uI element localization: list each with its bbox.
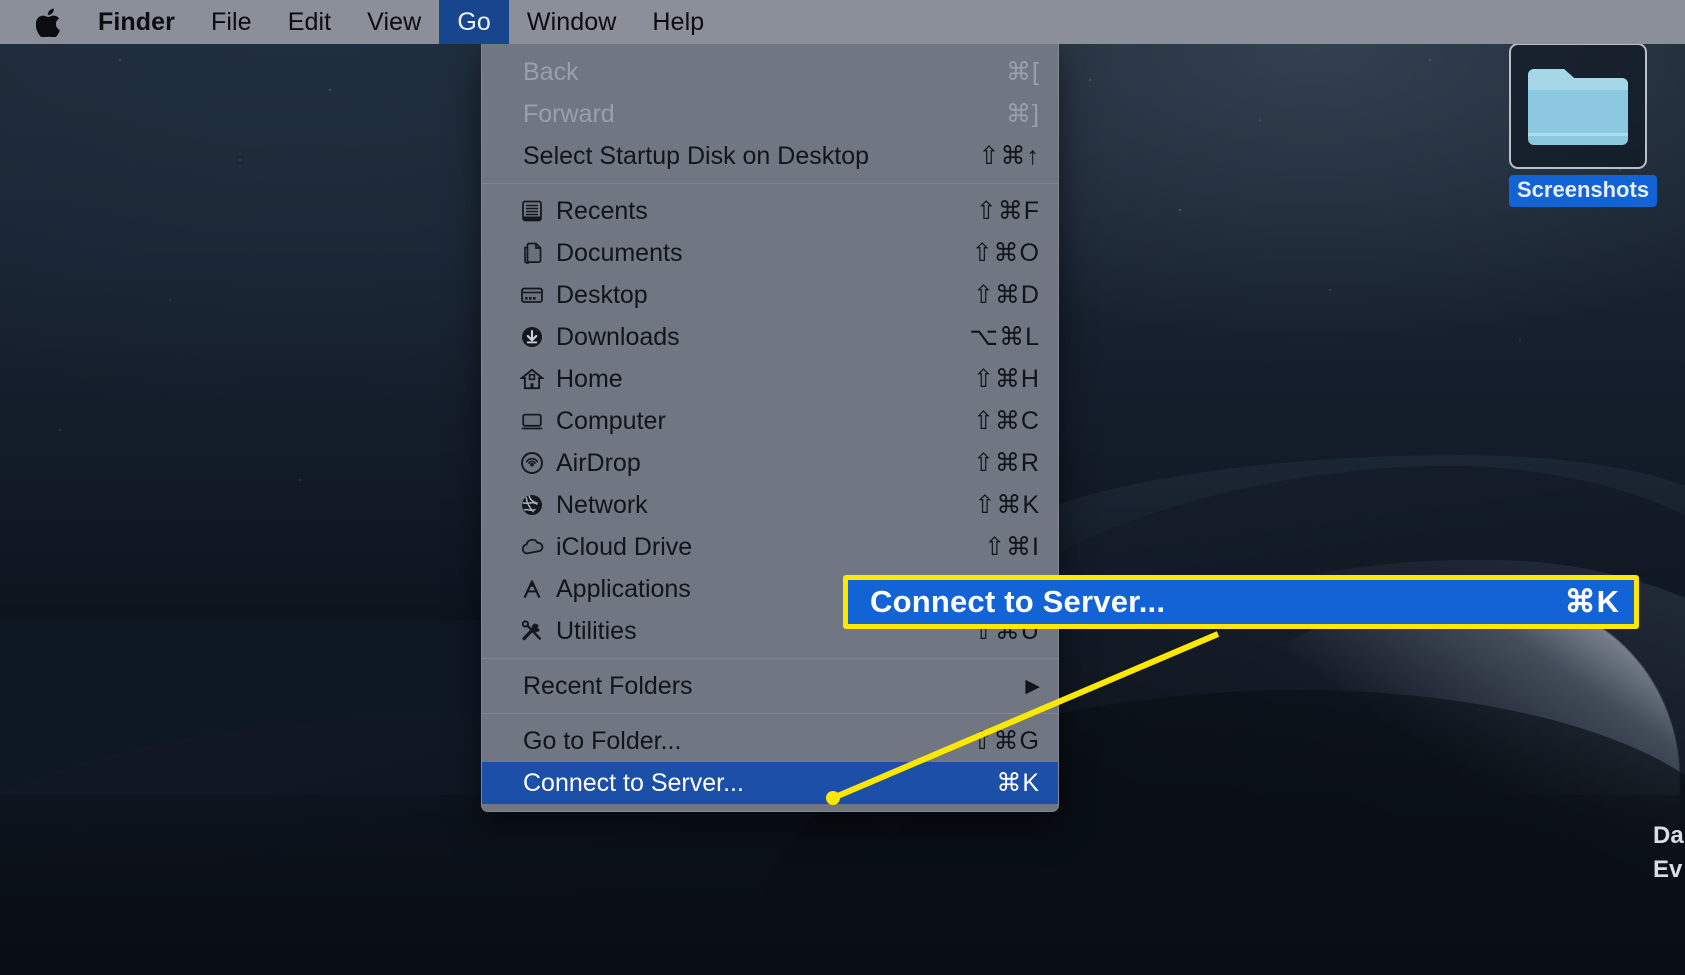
utilities-icon [520,619,554,643]
apple-logo-icon [36,8,60,36]
clipped-text-line-1: Da [1653,819,1685,853]
menu-window-label: Window [527,8,617,37]
chevron-right-icon: ▶ [999,677,1040,696]
menu-view[interactable]: View [349,0,439,44]
menu-item-network-shortcut: ⇧⌘K [948,490,1040,520]
menu-window[interactable]: Window [509,0,635,44]
menu-edit-label: Edit [288,8,331,37]
clipped-desktop-text: Da Ev [1653,819,1685,887]
downloads-icon [520,325,554,349]
menu-item-airdrop-label: AirDrop [556,449,641,478]
apple-menu[interactable] [0,0,80,44]
menu-item-network-label: Network [556,491,648,520]
menu-item-documents-label: Documents [556,239,682,268]
menu-item-documents[interactable]: Documents ⇧⌘O [482,232,1058,274]
menu-view-label: View [367,8,421,37]
menu-item-downloads-label: Downloads [556,323,680,352]
desktop-icon [520,283,554,307]
menu-file-label: File [211,8,252,37]
icloud-drive-icon [520,535,554,559]
computer-icon [520,409,554,433]
desktop: Screenshots Da Ev Finder File Edit View [0,0,1685,975]
menu-item-select-startup-disk[interactable]: Select Startup Disk on Desktop ⇧⌘↑ [482,135,1058,177]
menu-item-home-shortcut: ⇧⌘H [947,364,1040,394]
recents-icon [520,199,554,223]
menu-item-desktop[interactable]: Desktop ⇧⌘D [482,274,1058,316]
menu-file[interactable]: File [193,0,270,44]
menu-finder[interactable]: Finder [80,0,193,44]
callout-shortcut: ⌘K [1565,584,1620,620]
menu-item-desktop-label: Desktop [556,281,648,310]
menu-item-forward[interactable]: Forward ⌘] [482,93,1058,135]
menu-item-network[interactable]: Network ⇧⌘K [482,484,1058,526]
menu-item-desktop-shortcut: ⇧⌘D [947,280,1040,310]
desktop-icon-screenshots[interactable]: Screenshots [1509,43,1649,207]
menu-item-applications-label: Applications [556,575,691,604]
menu-separator-2 [482,658,1058,659]
menu-separator-1 [482,183,1058,184]
menu-item-go-to-folder-shortcut: ⇧⌘G [946,726,1040,756]
wallpaper-foreground [0,795,1685,975]
menu-finder-label: Finder [98,8,175,37]
menu-item-go-to-folder[interactable]: Go to Folder... ⇧⌘G [482,720,1058,762]
menu-item-downloads[interactable]: Downloads ⌥⌘L [482,316,1058,358]
menu-item-forward-shortcut: ⌘] [980,99,1040,129]
home-icon [520,367,554,391]
callout-connect-to-server: Connect to Server... ⌘K [843,575,1639,629]
menu-item-go-to-folder-label: Go to Folder... [523,727,681,756]
menu-item-airdrop[interactable]: AirDrop ⇧⌘R [482,442,1058,484]
callout-label: Connect to Server... [870,584,1165,620]
menu-item-recent-folders[interactable]: Recent Folders ▶ [482,665,1058,707]
menu-item-home[interactable]: Home ⇧⌘H [482,358,1058,400]
menu-item-recents[interactable]: Recents ⇧⌘F [482,190,1058,232]
menu-item-connect-to-server-shortcut: ⌘K [970,768,1040,798]
menu-item-airdrop-shortcut: ⇧⌘R [947,448,1040,478]
menu-item-connect-to-server[interactable]: Connect to Server... ⌘K [482,762,1058,804]
airdrop-icon [520,451,554,475]
clipped-text-line-2: Ev [1653,853,1685,887]
menu-separator-3 [482,713,1058,714]
menu-item-icloud-drive-shortcut: ⇧⌘I [958,532,1040,562]
menu-item-downloads-shortcut: ⌥⌘L [943,322,1040,352]
callout-inner: Connect to Server... ⌘K [848,580,1634,624]
menu-item-computer[interactable]: Computer ⇧⌘C [482,400,1058,442]
menu-item-back-label: Back [523,58,579,87]
menu-item-documents-shortcut: ⇧⌘O [946,238,1040,268]
menu-item-recents-label: Recents [556,197,648,226]
menu-help-label: Help [652,8,704,37]
menu-item-back-shortcut: ⌘[ [980,57,1040,87]
menu-item-recents-shortcut: ⇧⌘F [950,196,1040,226]
menu-item-icloud-drive-label: iCloud Drive [556,533,692,562]
menu-item-connect-to-server-label: Connect to Server... [523,769,744,798]
menu-item-computer-label: Computer [556,407,666,436]
documents-icon [520,241,554,265]
menu-item-recent-folders-label: Recent Folders [523,672,693,701]
menu-item-home-label: Home [556,365,623,394]
desktop-icon-label: Screenshots [1509,175,1657,207]
network-icon [520,493,554,517]
menu-go-label: Go [457,8,491,37]
menu-item-back[interactable]: Back ⌘[ [482,51,1058,93]
menu-item-icloud-drive[interactable]: iCloud Drive ⇧⌘I [482,526,1058,568]
menu-item-computer-shortcut: ⇧⌘C [947,406,1040,436]
menu-go[interactable]: Go [439,0,509,44]
menu-item-utilities-label: Utilities [556,617,637,646]
go-dropdown-menu: Back ⌘[ Forward ⌘] Select Startup Disk o… [481,44,1059,812]
folder-icon[interactable] [1509,43,1647,169]
applications-icon [520,577,554,601]
folder-glyph-icon [1526,65,1630,147]
menu-item-select-startup-disk-label: Select Startup Disk on Desktop [523,142,869,171]
menu-bar: Finder File Edit View Go Window Help [0,0,1685,44]
menu-item-forward-label: Forward [523,100,615,129]
menu-edit[interactable]: Edit [270,0,349,44]
menu-item-select-startup-disk-shortcut: ⇧⌘↑ [953,141,1040,171]
menu-help[interactable]: Help [634,0,722,44]
